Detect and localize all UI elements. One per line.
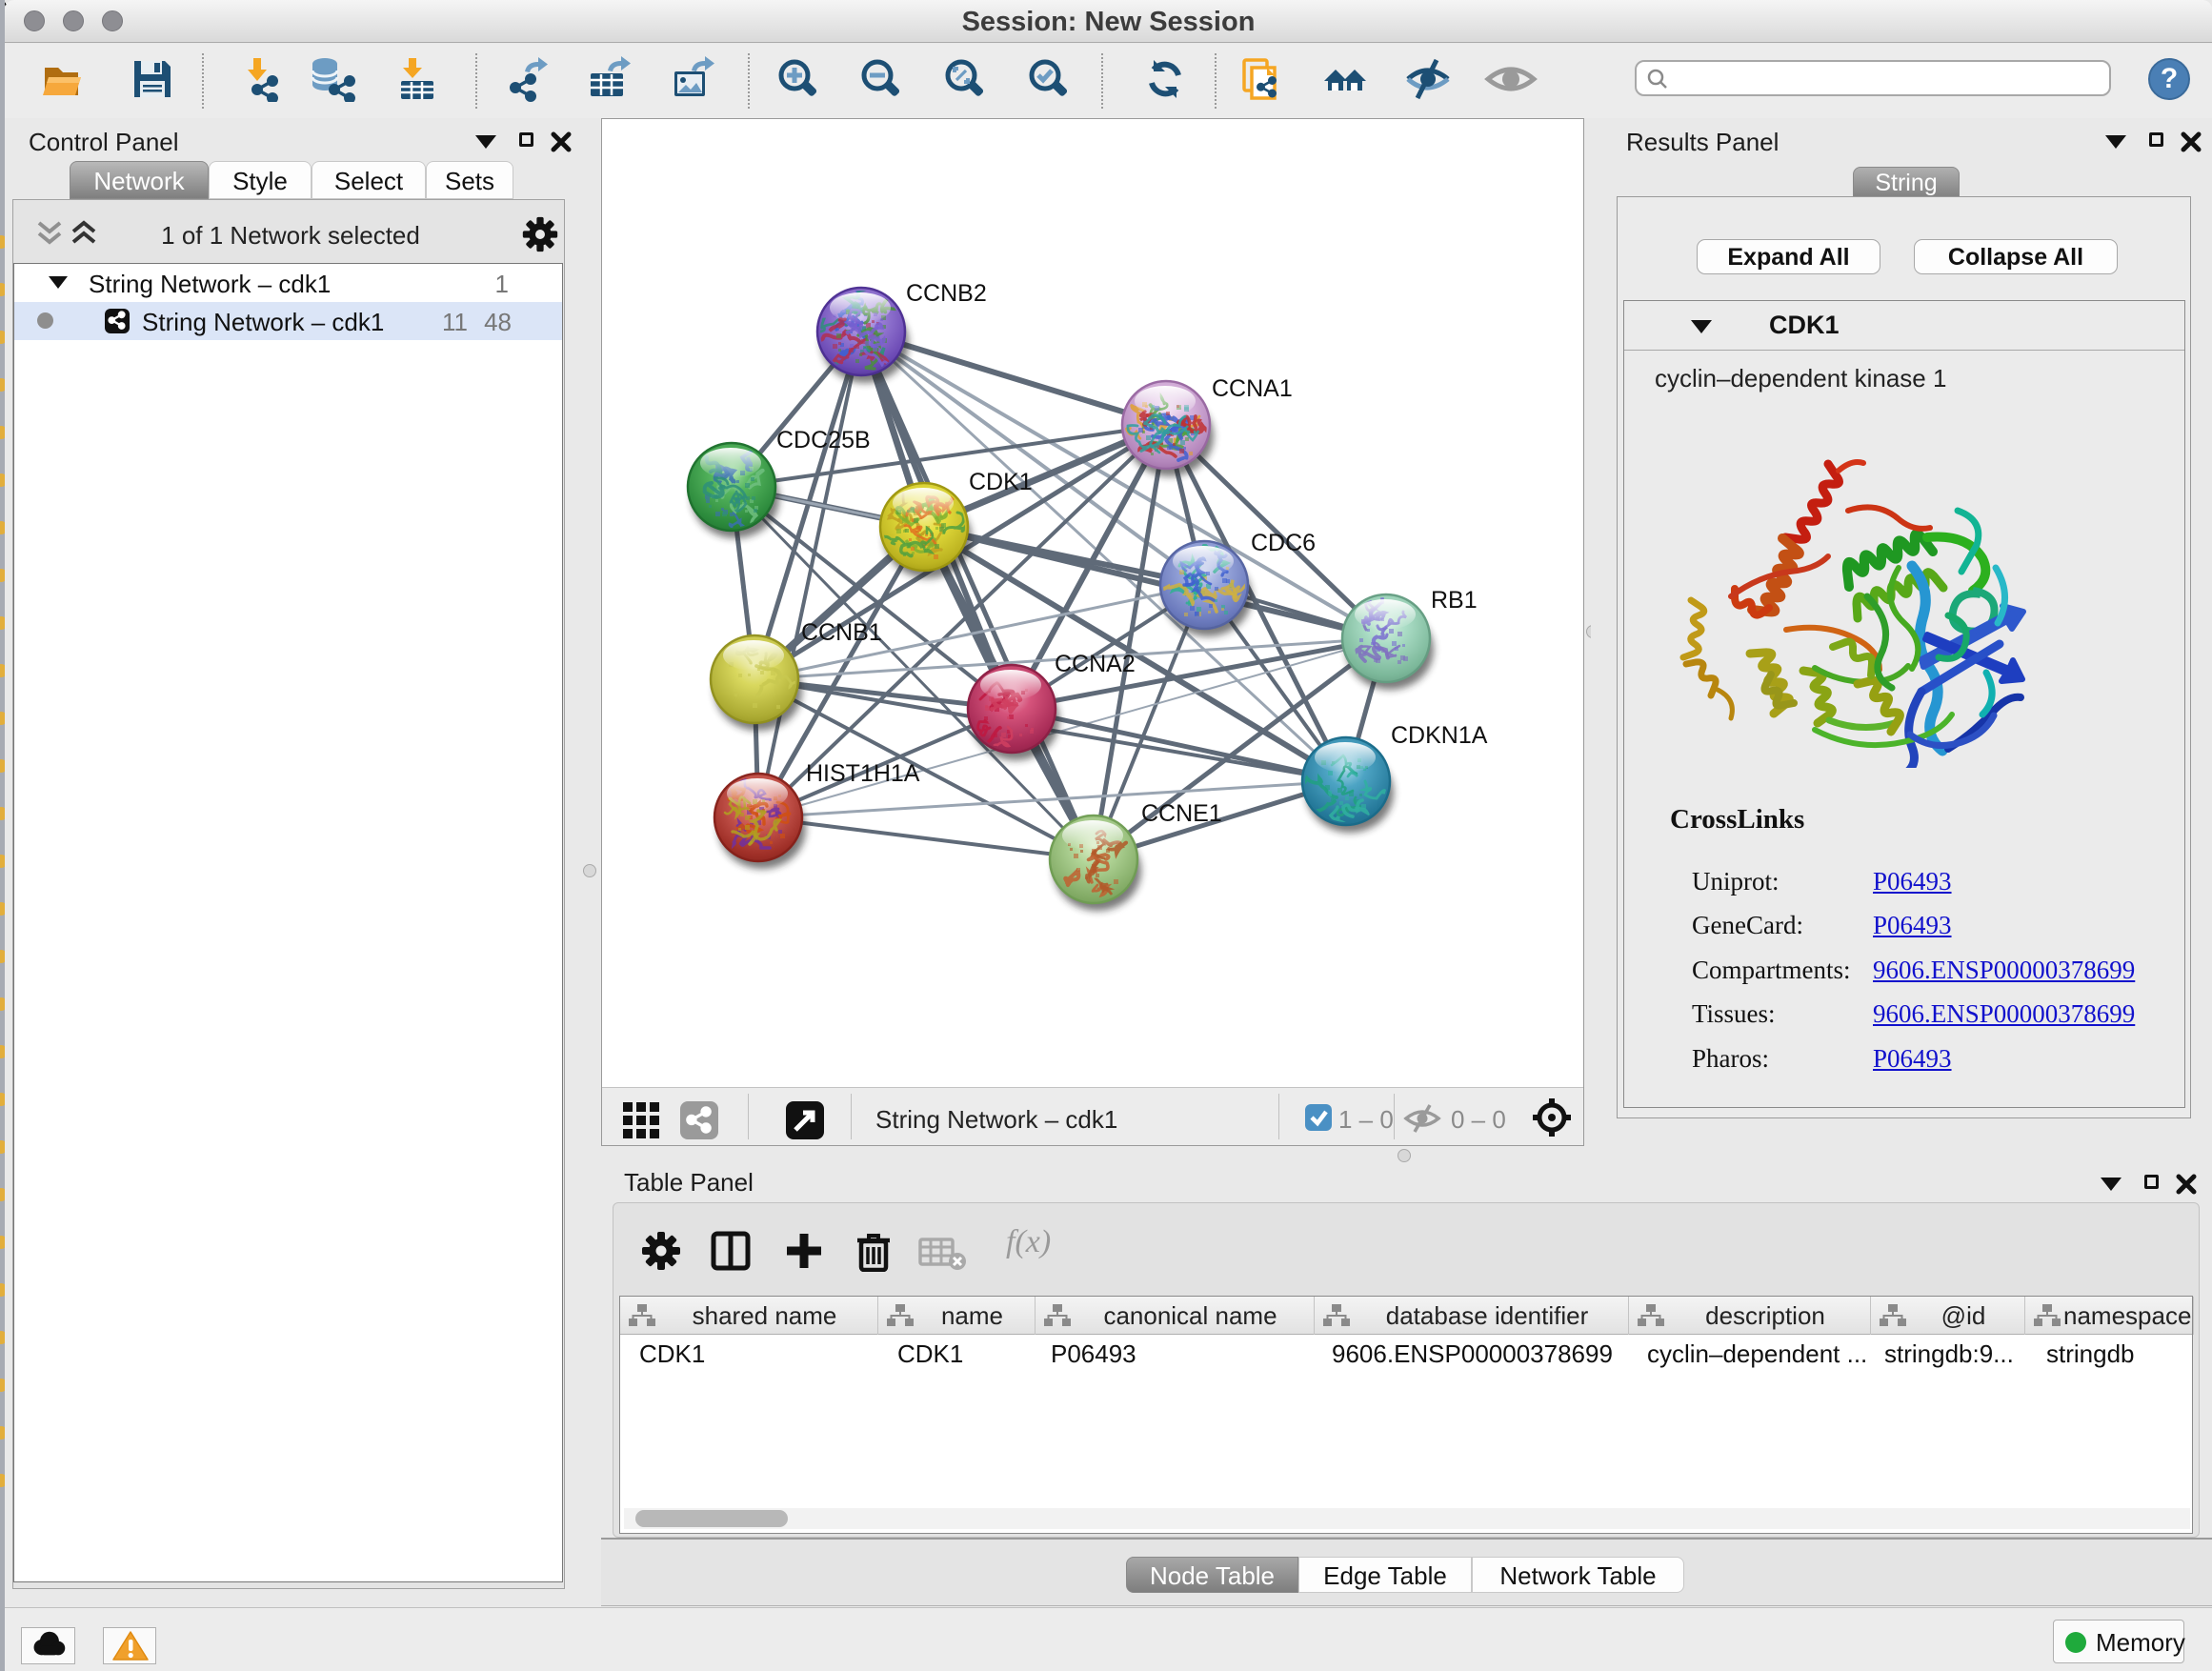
svg-text:CCNA2: CCNA2 (1055, 651, 1136, 677)
svg-text:?: ? (2161, 63, 2178, 94)
svg-text:CCNA1: CCNA1 (1212, 375, 1293, 402)
svg-text:CCNB2: CCNB2 (906, 280, 987, 307)
svg-text:CDK1: CDK1 (969, 469, 1033, 495)
svg-text:CDC6: CDC6 (1251, 530, 1316, 556)
svg-text:CCNE1: CCNE1 (1141, 800, 1222, 827)
svg-text:RB1: RB1 (1431, 587, 1478, 614)
svg-text:CDKN1A: CDKN1A (1391, 722, 1488, 749)
svg-text:HIST1H1A: HIST1H1A (806, 760, 920, 787)
svg-text:CCNB1: CCNB1 (801, 619, 882, 646)
svg-text:CDC25B: CDC25B (776, 427, 871, 453)
